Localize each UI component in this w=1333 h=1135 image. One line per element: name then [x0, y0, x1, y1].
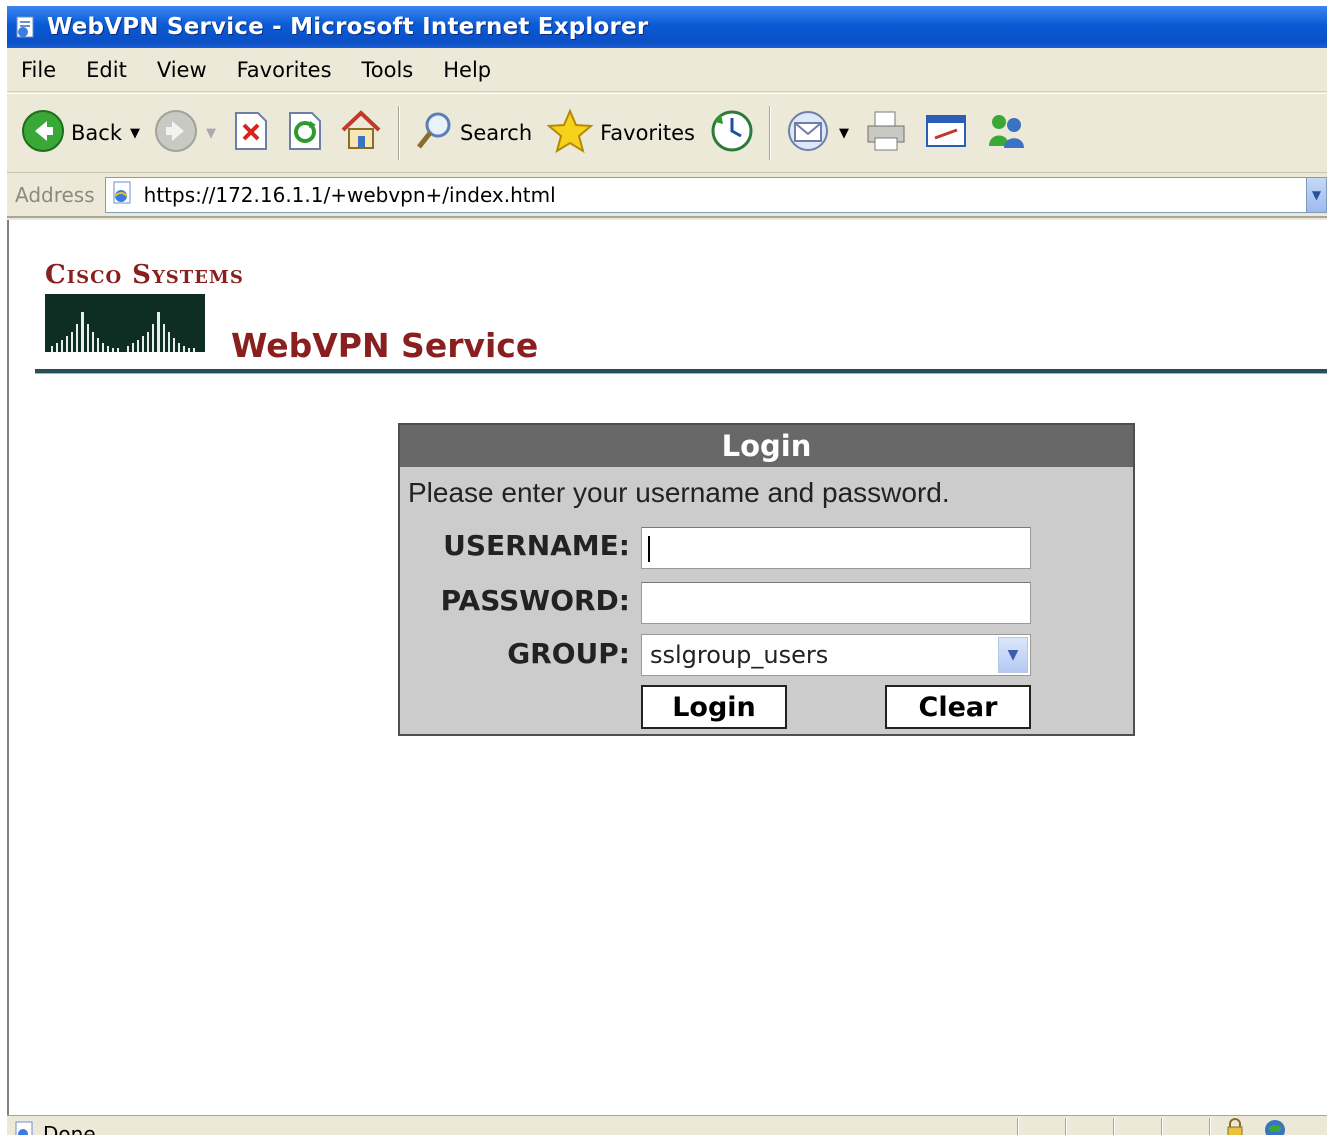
stop-button[interactable]	[230, 105, 270, 161]
forward-button[interactable]: ▼	[154, 105, 216, 161]
page-heading: WebVPN Service	[231, 326, 539, 365]
search-icon	[414, 109, 454, 157]
password-label: PASSWORD:	[440, 584, 630, 617]
page-content: Cisco Systems WebVPN Service Login Pleas…	[7, 220, 1327, 1115]
status-text: Done	[43, 1122, 96, 1135]
toolbar-separator	[397, 106, 400, 160]
chevron-down-icon[interactable]: ▼	[998, 637, 1028, 673]
username-label: USERNAME:	[443, 529, 630, 562]
favorites-button[interactable]: Favorites	[546, 105, 695, 161]
status-separator	[1161, 1118, 1163, 1135]
menu-bar: File Edit View Favorites Tools Help	[7, 48, 1327, 92]
history-button[interactable]	[709, 105, 755, 161]
login-instructions: Please enter your username and password.	[408, 477, 950, 508]
back-button[interactable]: Back ▼	[21, 105, 140, 161]
browser-window: WebVPN Service - Microsoft Internet Expl…	[7, 6, 1327, 1135]
forward-dropdown-icon[interactable]: ▼	[206, 126, 216, 141]
home-button[interactable]	[338, 105, 384, 161]
menu-file[interactable]: File	[21, 58, 56, 82]
refresh-button[interactable]	[284, 105, 324, 161]
forward-arrow-icon	[154, 109, 198, 157]
back-label: Back	[71, 121, 122, 145]
stop-icon	[230, 109, 270, 157]
back-dropdown-icon[interactable]: ▼	[130, 126, 140, 141]
menu-favorites[interactable]: Favorites	[237, 58, 332, 82]
title-bar: WebVPN Service - Microsoft Internet Expl…	[7, 6, 1327, 48]
ie-page-icon	[13, 14, 39, 40]
group-select[interactable]: sslgroup_users ▼	[641, 634, 1031, 676]
cisco-logo-text: Cisco Systems	[45, 260, 244, 290]
window-title: WebVPN Service - Microsoft Internet Expl…	[47, 14, 649, 40]
search-button[interactable]: Search	[414, 105, 532, 161]
status-page-icon	[13, 1120, 37, 1135]
back-arrow-icon	[21, 109, 65, 157]
page-icon	[110, 180, 136, 210]
internet-zone-icon	[1263, 1118, 1287, 1135]
password-field[interactable]	[641, 582, 1031, 624]
cisco-bridge-graphic	[45, 294, 205, 352]
printer-icon	[863, 108, 909, 158]
messenger-icon	[983, 108, 1029, 158]
login-button[interactable]: Login	[641, 685, 787, 729]
address-url: https://172.16.1.1/+webvpn+/index.html	[143, 183, 556, 207]
menu-help[interactable]: Help	[443, 58, 491, 82]
toolbar: Back ▼ ▼ Search Favorites ▼	[7, 93, 1327, 173]
lock-icon	[1225, 1118, 1245, 1135]
toolbar-separator	[769, 106, 771, 160]
status-separator	[1113, 1118, 1115, 1135]
status-separator	[1209, 1118, 1211, 1135]
favorites-star-icon	[546, 108, 594, 158]
clear-button[interactable]: Clear	[885, 685, 1031, 729]
menu-tools[interactable]: Tools	[362, 58, 414, 82]
menu-view[interactable]: View	[157, 58, 207, 82]
login-title: Login	[400, 425, 1133, 467]
menu-edit[interactable]: Edit	[86, 58, 127, 82]
home-icon	[338, 108, 384, 158]
group-label: GROUP:	[507, 637, 630, 670]
refresh-icon	[284, 109, 324, 157]
status-bar: Done	[7, 1115, 1327, 1135]
print-button[interactable]	[863, 105, 909, 161]
address-label: Address	[15, 183, 95, 207]
address-input[interactable]: https://172.16.1.1/+webvpn+/index.html ▼	[104, 177, 1327, 213]
cisco-logo: Cisco Systems	[45, 260, 244, 352]
mail-icon	[785, 108, 831, 158]
group-selected-value: sslgroup_users	[650, 641, 829, 669]
username-field[interactable]	[641, 527, 1031, 569]
mail-dropdown-icon[interactable]: ▼	[839, 126, 849, 141]
login-panel: Login Please enter your username and pas…	[398, 423, 1135, 736]
status-separator	[1065, 1118, 1067, 1135]
edit-button[interactable]	[923, 105, 969, 161]
status-separator	[1017, 1118, 1019, 1135]
mail-button[interactable]: ▼	[785, 105, 849, 161]
address-dropdown-icon[interactable]: ▼	[1306, 178, 1326, 212]
edit-page-icon	[923, 108, 969, 158]
messenger-button[interactable]	[983, 105, 1029, 161]
search-label: Search	[459, 121, 533, 145]
address-bar: Address https://172.16.1.1/+webvpn+/inde…	[7, 174, 1327, 218]
header-divider	[35, 369, 1327, 374]
favorites-label: Favorites	[600, 121, 695, 145]
history-icon	[709, 108, 755, 158]
text-caret	[648, 536, 650, 562]
